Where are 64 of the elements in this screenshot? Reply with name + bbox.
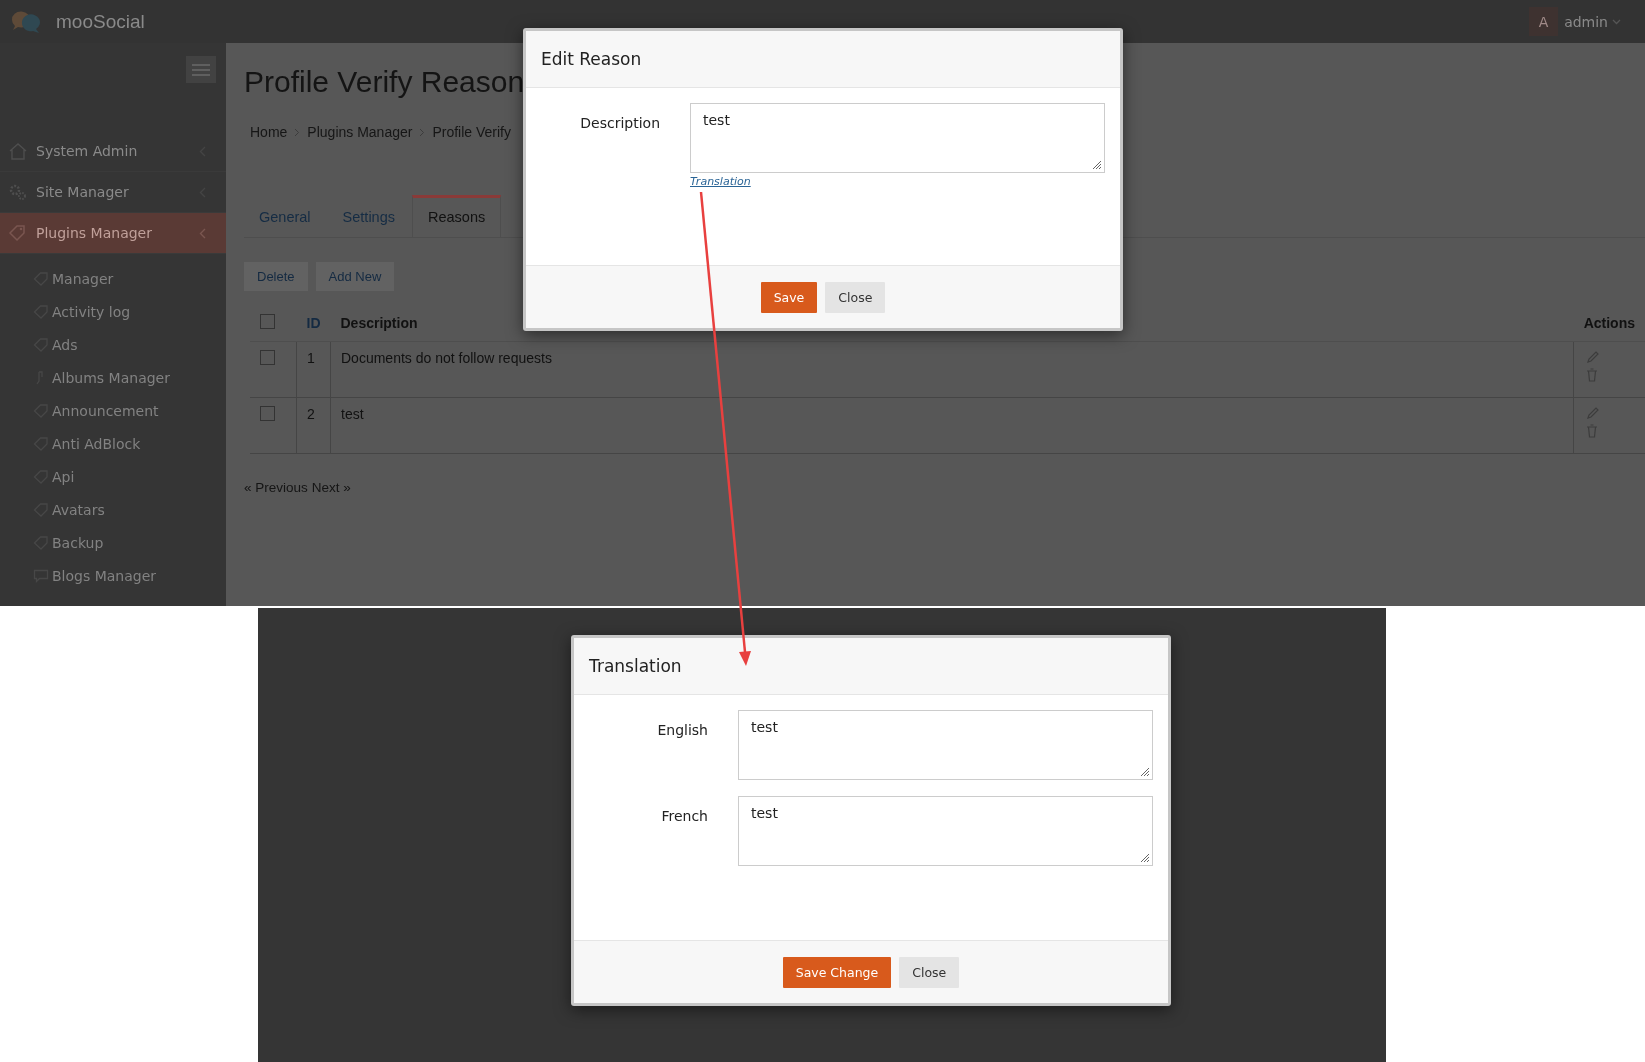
column-header[interactable]: ID: [306, 315, 321, 331]
sidebar-item[interactable]: Backup: [33, 526, 226, 559]
sidebar-item[interactable]: Activity log: [33, 295, 226, 328]
tab[interactable]: Reasons: [412, 195, 502, 237]
chevron-icon: [294, 127, 301, 137]
sidebar-item[interactable]: Avatars: [33, 493, 226, 526]
translation-field[interactable]: test: [738, 710, 1153, 780]
sidebar-item[interactable]: Announcement: [33, 394, 226, 427]
menu-icon: [192, 63, 210, 76]
table-cell: test: [341, 406, 364, 422]
tag-icon: [8, 224, 28, 242]
action-button[interactable]: Delete: [244, 262, 308, 291]
dialog-button[interactable]: Close: [899, 956, 960, 988]
dialog-button[interactable]: Close: [825, 281, 886, 313]
resize-grip-icon[interactable]: [1139, 852, 1150, 863]
field-label: Description: [579, 114, 660, 133]
dialog-title: Edit Reason: [541, 49, 642, 69]
user-avatar[interactable]: A: [1529, 7, 1559, 36]
table-cell: 2: [307, 406, 315, 422]
pencil-icon[interactable]: [1586, 350, 1601, 364]
sidebar-item[interactable]: Anti AdBlock: [33, 427, 226, 460]
tab[interactable]: Settings: [327, 195, 410, 237]
column-header: Description: [340, 315, 418, 331]
dialog-title: Translation: [589, 656, 682, 676]
resize-grip-icon[interactable]: [1139, 766, 1150, 777]
page-title: Profile Verify Reason: [244, 65, 526, 100]
translation-link[interactable]: Translation: [690, 175, 751, 188]
chevron-icon: [419, 127, 426, 137]
row-checkbox[interactable]: [260, 350, 275, 365]
menu-button[interactable]: [186, 56, 216, 83]
next-link[interactable]: Next »: [311, 480, 351, 495]
caret-icon: [1612, 18, 1621, 25]
brand-name[interactable]: mooSocial: [56, 10, 145, 33]
sidebar-item[interactable]: Albums Manager: [33, 361, 226, 394]
sidebar-item[interactable]: Ads: [33, 328, 226, 361]
sidebar-item[interactable]: Blogs Manager: [33, 559, 226, 592]
field-label: French: [660, 807, 708, 826]
previous-link[interactable]: « Previous: [244, 480, 308, 495]
trash-icon[interactable]: [1586, 424, 1599, 438]
resize-grip-icon[interactable]: [1091, 159, 1102, 170]
pencil-icon[interactable]: [1586, 406, 1601, 420]
breadcrumb-link[interactable]: Plugins Manager: [307, 124, 413, 140]
user-menu[interactable]: admin: [1564, 13, 1621, 30]
dialog-button[interactable]: Save: [760, 281, 818, 313]
table-cell: 1: [307, 350, 315, 366]
description-field[interactable]: test: [690, 103, 1105, 173]
trash-icon[interactable]: [1586, 368, 1599, 382]
dialog-button[interactable]: Save Change: [782, 956, 892, 988]
chevron-icon: [199, 227, 206, 239]
translation-field[interactable]: test: [738, 796, 1153, 866]
breadcrumb-link[interactable]: Profile Verify: [432, 124, 511, 140]
speech-bubbles-icon: [10, 9, 42, 34]
action-button[interactable]: Add New: [315, 262, 395, 291]
field-label: English: [656, 721, 708, 740]
column-header: Actions: [1583, 315, 1635, 331]
table-cell: Documents do not follow requests: [341, 350, 552, 366]
house-icon: [8, 142, 28, 160]
breadcrumb-link[interactable]: Home: [250, 124, 288, 140]
row-checkbox[interactable]: [260, 406, 275, 421]
tab[interactable]: General: [244, 195, 326, 237]
sidebar-item[interactable]: Manager: [33, 262, 226, 295]
select-all-checkbox[interactable]: [260, 314, 275, 329]
sidebar-section[interactable]: Plugins Manager: [0, 213, 226, 254]
sidebar-item[interactable]: Api: [33, 460, 226, 493]
